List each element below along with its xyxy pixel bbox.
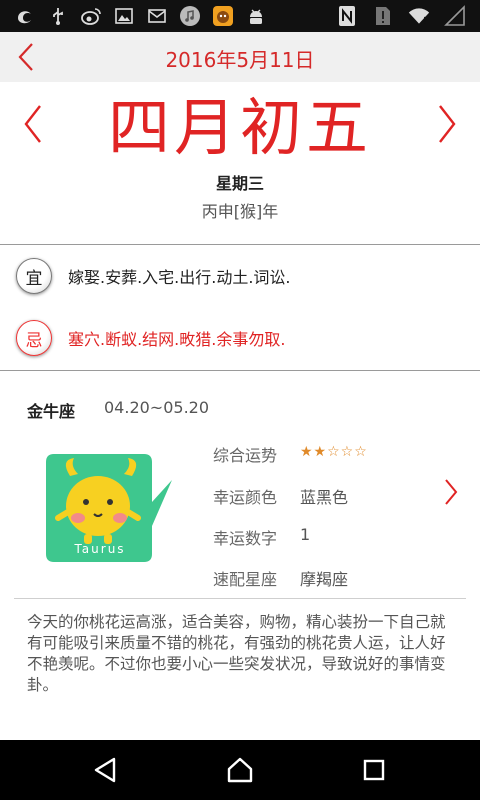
weibo-icon [80,5,102,27]
signal-icon [444,5,466,27]
home-nav-button[interactable] [222,752,258,788]
recents-nav-button[interactable] [356,752,392,788]
back-nav-button[interactable] [88,752,124,788]
weekday: 星期三 [215,174,264,193]
image-icon [113,5,135,27]
ji-row: 忌 塞穴.断蚁.结网.畋猎.余事勿取. [0,306,480,368]
overall-fortune-stars: ★★☆☆☆ [300,444,368,460]
lunar-date-panel: 四月初五 星期三 丙申[猴]年 [0,82,480,244]
ganzhi-year: 丙申[猴]年 [201,202,279,221]
status-bar-notifications [14,4,267,28]
square-recents-icon [363,759,385,781]
chevron-right-icon [445,479,458,505]
status-bar-system [336,4,466,28]
divider [0,370,480,371]
lucky-color-label: 幸运颜色 [213,488,278,507]
best-match-value: 摩羯座 [300,570,349,589]
music-icon [179,5,201,27]
horoscope-card[interactable]: 金牛座 04.20~05.20 Taurus 综合运势 ★★☆☆☆ 幸运颜色 蓝… [0,372,480,598]
yi-text: 嫁娶.安葬.入宅.出行.动土.词讼. [68,268,291,287]
chevron-right-icon [439,105,456,143]
yi-row: 宜 嫁娶.安葬.入宅.出行.动土.词讼. [0,244,480,306]
zodiac-date-range: 04.20~05.20 [104,398,210,417]
taurus-avatar: Taurus [40,452,176,564]
nfc-icon [336,5,358,27]
yi-badge: 宜 [16,258,52,294]
status-bar [0,0,480,32]
sim-icon [372,5,394,27]
overall-fortune-label: 综合运势 [213,446,278,465]
next-day-button[interactable] [430,102,462,146]
usb-icon [47,5,69,27]
header-date[interactable]: 2016年5月11日 [0,44,480,73]
ji-text: 塞穴.断蚁.结网.畋猎.余事勿取. [68,330,286,349]
triangle-back-icon [94,757,116,783]
divider [14,598,466,599]
lunar-date: 四月初五 [107,91,372,164]
lucky-color-value: 蓝黑色 [300,488,349,507]
wifi-icon [408,5,430,27]
best-match-label: 速配星座 [213,570,278,589]
horoscope-detail-button[interactable] [440,476,462,508]
android-icon [245,5,267,27]
cat-app-icon [212,5,234,27]
avatar-label: Taurus [74,542,126,556]
lucky-number-label: 幸运数字 [213,529,278,548]
uc-browser-icon [14,5,36,27]
ji-badge: 忌 [16,320,52,356]
zodiac-sign-name: 金牛座 [27,402,76,421]
horoscope-description: 今天的你桃花运高涨，适合美容，购物，精心装扮一下自己就有可能吸引来质量不错的桃花… [27,613,446,694]
lucky-number-value: 1 [300,525,311,544]
mail-icon [146,5,168,27]
header-bar: 2016年5月11日 [0,32,480,82]
navigation-bar [0,740,480,800]
home-icon [227,757,253,783]
